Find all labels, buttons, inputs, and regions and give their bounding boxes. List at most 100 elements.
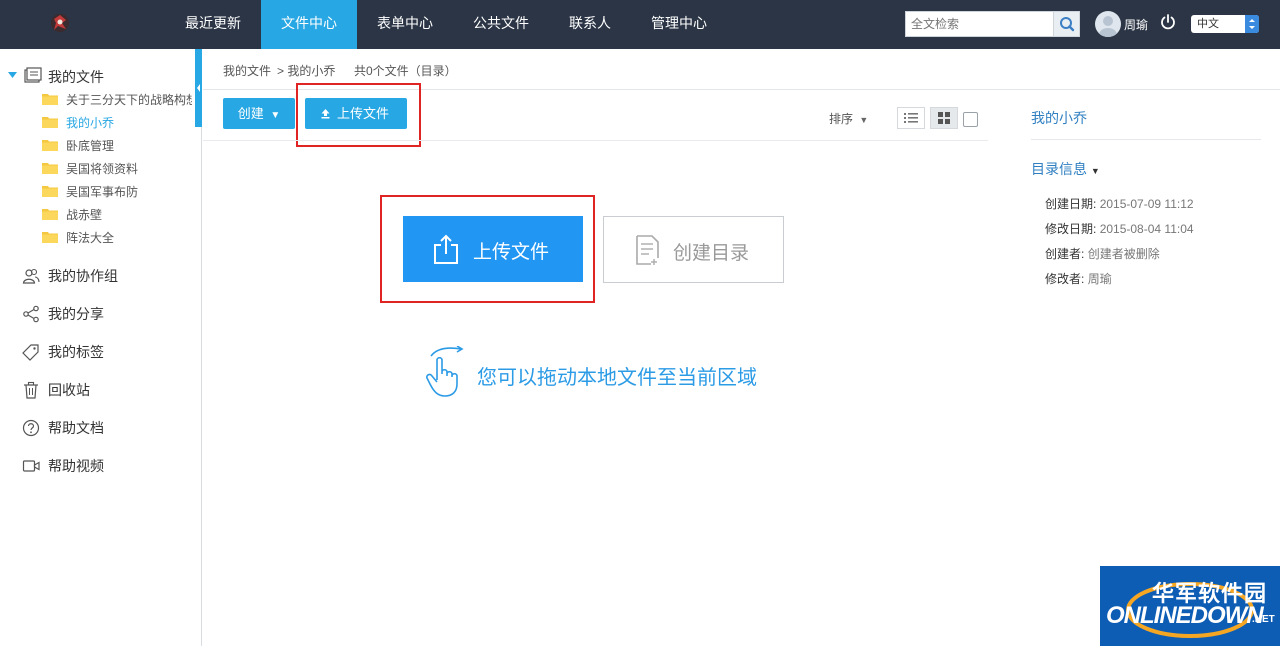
avatar[interactable] — [1095, 11, 1121, 37]
info-created-date: 创建日期: 2015-07-09 11:12 — [1045, 195, 1194, 212]
chevron-updown-icon — [1245, 15, 1259, 33]
sidebar-item-shares[interactable]: 我的分享 — [22, 304, 162, 324]
nav-contacts[interactable]: 联系人 — [559, 0, 621, 49]
nav-recent-updates[interactable]: 最近更新 — [171, 0, 255, 49]
chevron-left-icon — [197, 84, 200, 92]
sidebar-item-trash[interactable]: 回收站 — [22, 380, 162, 400]
share-icon — [23, 305, 39, 323]
folder-item[interactable]: 吴国将领资料 — [42, 160, 192, 178]
create-directory-label: 创建目录 — [673, 243, 750, 264]
folder-icon — [42, 94, 58, 105]
grid-view-button[interactable] — [930, 107, 958, 129]
caret-down-icon: ▼ — [270, 110, 281, 121]
sidebar-item-tags[interactable]: 我的标签 — [22, 342, 162, 362]
directory-info-label: 目录信息 — [1031, 161, 1087, 177]
info-key: 创建日期: — [1045, 197, 1097, 211]
my-files-icon — [24, 67, 42, 83]
highlight-box — [296, 83, 421, 147]
info-value: 2015-07-09 11:12 — [1099, 197, 1194, 211]
drag-hand-icon — [426, 346, 464, 397]
nav-admin-center[interactable]: 管理中心 — [637, 0, 721, 49]
sidebar-item-label: 帮助视频 — [48, 458, 104, 474]
info-key: 修改者: — [1045, 272, 1085, 286]
sidebar-item-groups[interactable]: 我的协作组 — [22, 266, 162, 286]
info-modifier: 修改者: 周瑜 — [1045, 270, 1112, 287]
folder-label: 卧底管理 — [66, 139, 115, 153]
help-icon — [22, 419, 40, 437]
watermark-en: ONLINEDOWN — [1106, 602, 1264, 629]
list-view-icon — [904, 113, 918, 123]
search-icon — [1060, 17, 1075, 32]
breadcrumb-current: > 我的小乔 — [277, 64, 336, 78]
info-value: 2015-08-04 11:04 — [1099, 222, 1194, 236]
video-icon — [22, 460, 40, 472]
info-value: 创建者被删除 — [1087, 247, 1160, 261]
sidebar-item-label: 回收站 — [48, 382, 90, 398]
tree-root-label: 我的文件 — [48, 69, 104, 85]
right-panel-divider — [1031, 139, 1261, 140]
app-logo-icon[interactable] — [48, 11, 72, 35]
sidebar-item-help-docs[interactable]: 帮助文档 — [22, 418, 162, 438]
group-icon — [22, 268, 40, 284]
sort-label: 排序 — [829, 112, 854, 126]
language-select[interactable]: 中文 — [1191, 15, 1259, 33]
username[interactable]: 周瑜 — [1124, 16, 1148, 33]
folder-item[interactable]: 阵法大全 — [42, 229, 192, 247]
info-creator: 创建者: 创建者被删除 — [1045, 245, 1160, 262]
tag-icon — [22, 344, 39, 361]
sidebar-item-label: 我的协作组 — [48, 268, 118, 284]
info-key: 创建者: — [1045, 247, 1085, 261]
watermark-logo: 华军软件园 ONLINEDOWN .NET — [1100, 566, 1280, 646]
folder-icon — [42, 163, 58, 174]
folder-label: 关于三分天下的战略构想 — [66, 93, 192, 107]
sidebar-collapse-handle[interactable] — [195, 49, 202, 127]
info-modified-date: 修改日期: 2015-08-04 11:04 — [1045, 220, 1194, 237]
watermark-net: .NET — [1252, 614, 1275, 625]
power-logout-icon[interactable] — [1159, 13, 1177, 31]
folder-icon — [42, 117, 58, 128]
sidebar-item-label: 帮助文档 — [48, 420, 104, 436]
highlight-box — [380, 195, 595, 303]
toolbar-divider — [203, 140, 988, 141]
trash-icon — [24, 381, 38, 399]
info-key: 修改日期: — [1045, 222, 1097, 236]
folder-label: 我的小乔 — [66, 116, 115, 130]
new-document-icon — [636, 235, 659, 265]
directory-info-toggle[interactable]: 目录信息 ▼ — [1031, 159, 1100, 179]
nav-form-center[interactable]: 表单中心 — [363, 0, 447, 49]
search-input[interactable] — [906, 12, 1054, 36]
folder-icon — [42, 140, 58, 151]
search-button[interactable] — [1053, 12, 1079, 36]
info-value: 周瑜 — [1087, 272, 1112, 286]
create-dropdown-button[interactable]: 创建 ▼ — [223, 98, 295, 129]
top-nav-bar: 最近更新 文件中心 表单中心 公共文件 联系人 管理中心 周瑜 中文 — [0, 0, 1280, 49]
folder-item[interactable]: 卧底管理 — [42, 137, 192, 155]
select-all-checkbox[interactable] — [963, 112, 978, 127]
folder-label: 吴国军事布防 — [66, 185, 139, 199]
create-button-label: 创建 — [237, 106, 264, 121]
nav-file-center[interactable]: 文件中心 — [261, 0, 357, 49]
list-view-button[interactable] — [897, 107, 925, 129]
folder-item[interactable]: 关于三分天下的战略构想 — [42, 91, 192, 109]
nav-public-files[interactable]: 公共文件 — [459, 0, 543, 49]
folder-item[interactable]: 我的小乔 — [42, 114, 192, 132]
sidebar-item-help-videos[interactable]: 帮助视频 — [22, 456, 162, 476]
create-directory-button[interactable]: 创建目录 — [603, 216, 784, 283]
folder-label: 阵法大全 — [66, 231, 115, 245]
drag-drop-hint: 您可以拖动本地文件至当前区域 — [477, 367, 757, 389]
folder-label: 吴国将领资料 — [66, 162, 139, 176]
grid-view-icon — [938, 112, 950, 124]
caret-down-icon: ▼ — [1090, 166, 1100, 176]
folder-item[interactable]: 吴国军事布防 — [42, 183, 192, 201]
sort-dropdown[interactable]: 排序 ▼ — [829, 110, 868, 127]
caret-down-icon — [8, 72, 17, 78]
folder-label: 战赤壁 — [66, 208, 103, 222]
file-count: 共0个文件（目录） — [354, 64, 457, 78]
folder-item[interactable]: 战赤壁 — [42, 206, 192, 224]
directory-title: 我的小乔 — [1031, 110, 1087, 126]
folder-icon — [42, 186, 58, 197]
folder-icon — [42, 232, 58, 243]
breadcrumb-root[interactable]: 我的文件 — [223, 62, 271, 79]
tree-root-my-files[interactable]: 我的文件 — [8, 67, 128, 85]
sidebar-item-label: 我的分享 — [48, 306, 104, 322]
